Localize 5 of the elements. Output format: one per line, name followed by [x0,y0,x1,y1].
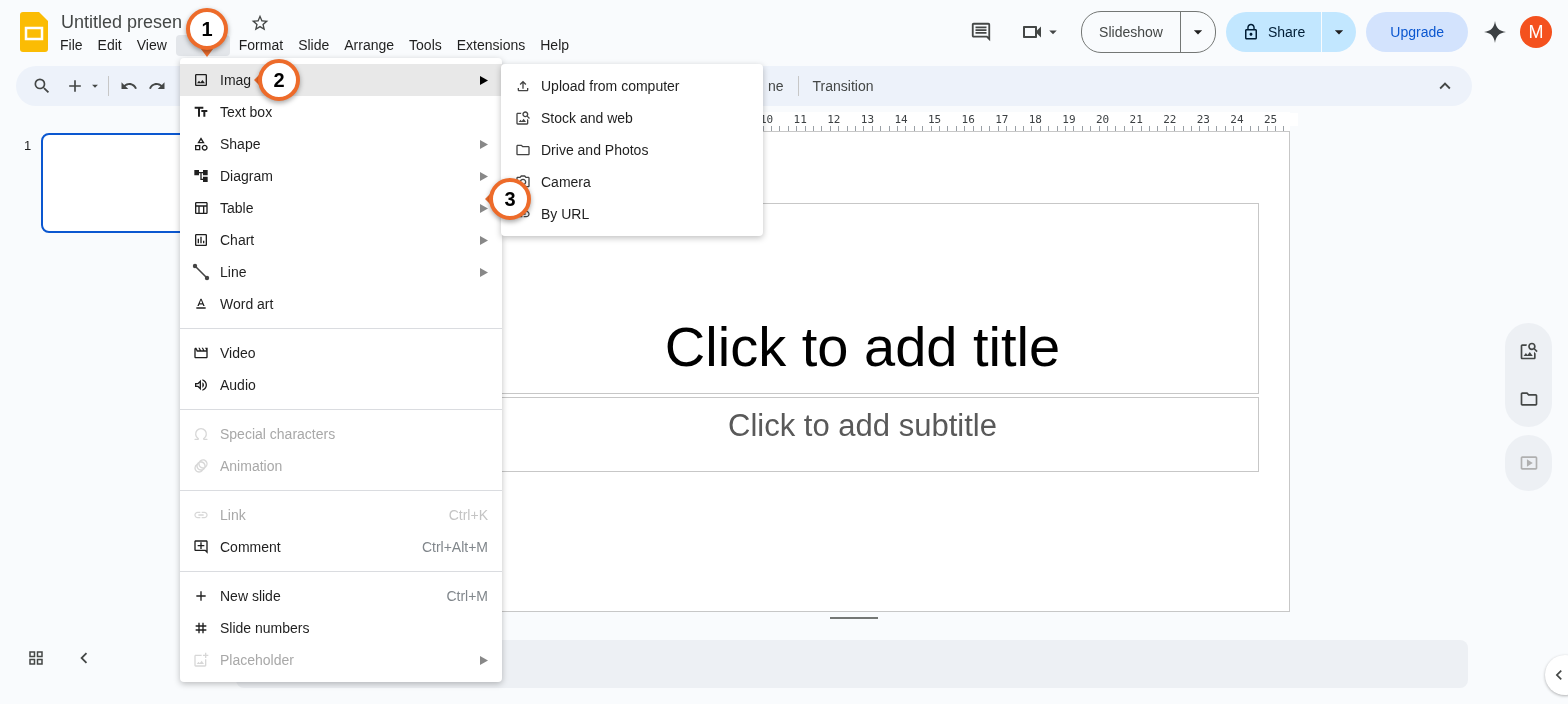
slide-number: 1 [24,138,32,153]
ruler-number: 25 [1263,113,1298,126]
step-callout: 1 [186,8,228,50]
title-text: Click to add title [664,314,1061,379]
subtitle-text: Click to add subtitle [728,408,997,444]
